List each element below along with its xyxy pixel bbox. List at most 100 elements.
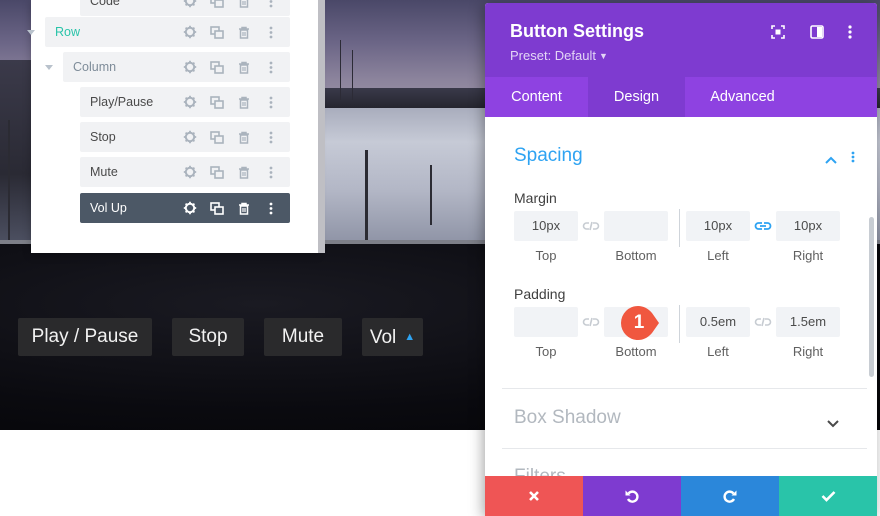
tab-design[interactable]: Design (588, 77, 685, 117)
layer-row-vol-up[interactable]: Vol Up (80, 193, 290, 223)
layer-row-row[interactable]: Row (45, 17, 290, 47)
more-options-icon[interactable] (257, 166, 284, 179)
duplicate-icon[interactable] (203, 95, 230, 109)
caret-down-icon: ▼ (599, 51, 608, 61)
margin-left-label: Left (707, 248, 729, 263)
layer-row-code[interactable]: Code (80, 0, 290, 16)
undo-button[interactable] (583, 476, 681, 516)
layer-actions (176, 52, 284, 82)
checkmark-icon (821, 491, 835, 502)
padding-top-label: Top (535, 344, 557, 359)
layer-row-play-pause[interactable]: Play/Pause (80, 87, 290, 117)
gear-icon[interactable] (176, 0, 203, 8)
fullscreen-icon[interactable] (769, 23, 787, 41)
trash-icon[interactable] (230, 166, 257, 179)
modal-header: Button Settings Preset: Default ▼ (485, 3, 877, 77)
layer-row-column[interactable]: Column (63, 52, 290, 82)
preset-label: Preset: Default (510, 48, 596, 63)
caret-up-icon: ▲ (404, 331, 416, 343)
padding-left-input[interactable]: 0.5em (686, 307, 750, 337)
padding-top-input[interactable] (514, 307, 578, 337)
section-options-icon[interactable] (851, 150, 855, 168)
layer-label: Play/Pause (90, 95, 154, 109)
more-options-icon[interactable] (257, 26, 284, 39)
duplicate-icon[interactable] (203, 130, 230, 144)
expand-caret-icon[interactable] (45, 65, 53, 70)
gear-icon[interactable] (176, 60, 203, 74)
chevron-down-icon[interactable] (827, 415, 839, 433)
divider (679, 209, 680, 247)
margin-top-input[interactable]: 10px (514, 211, 578, 241)
trash-icon[interactable] (230, 61, 257, 74)
more-options-icon[interactable] (257, 96, 284, 109)
modal-body: Spacing Margin 10px 10px 10px Top Bottom… (485, 117, 877, 477)
duplicate-icon[interactable] (203, 25, 230, 39)
stop-button[interactable]: Stop (172, 318, 244, 356)
spacing-section-title[interactable]: Spacing (514, 145, 583, 167)
duplicate-icon[interactable] (203, 201, 230, 215)
trash-icon[interactable] (230, 202, 257, 215)
preset-dropdown[interactable]: Preset: Default ▼ (510, 48, 608, 63)
gear-icon[interactable] (176, 165, 203, 179)
duplicate-icon[interactable] (203, 165, 230, 179)
vol-label: Vol (369, 327, 397, 348)
trash-icon[interactable] (230, 131, 257, 144)
link-broken-icon[interactable] (753, 315, 773, 329)
tab-design-label: Design (613, 89, 660, 105)
more-options-icon[interactable] (257, 0, 284, 8)
padding-right-input[interactable]: 1.5em (776, 307, 840, 337)
duplicate-icon[interactable] (203, 60, 230, 74)
padding-right-label: Right (792, 344, 824, 359)
link-broken-icon[interactable] (581, 219, 601, 233)
layer-actions (176, 87, 284, 117)
trash-icon[interactable] (230, 96, 257, 109)
margin-left-input[interactable]: 10px (686, 211, 750, 241)
trash-icon[interactable] (230, 26, 257, 39)
mute-label: Mute (281, 326, 325, 347)
margin-right-input[interactable]: 10px (776, 211, 840, 241)
tab-content-label: Content (511, 89, 562, 105)
gear-icon[interactable] (176, 130, 203, 144)
margin-top-label: Top (535, 248, 557, 263)
gear-icon[interactable] (176, 201, 203, 215)
margin-bottom-input[interactable] (604, 211, 668, 241)
video-pole (365, 150, 368, 240)
save-button[interactable] (779, 476, 877, 516)
more-options-icon[interactable] (257, 61, 284, 74)
more-options-icon[interactable] (257, 131, 284, 144)
play-pause-button[interactable]: Play / Pause (18, 318, 152, 356)
link-broken-icon[interactable] (581, 315, 601, 329)
scrollbar[interactable] (869, 217, 874, 377)
layer-row-mute[interactable]: Mute (80, 157, 290, 187)
layer-label: Stop (90, 130, 116, 144)
box-shadow-section-title[interactable]: Box Shadow (514, 407, 621, 429)
split-view-icon[interactable] (808, 23, 826, 41)
step-marker-number: 1 (633, 312, 645, 333)
margin-right-label: Right (792, 248, 824, 263)
layer-label: Mute (90, 165, 118, 179)
more-options-icon[interactable] (841, 23, 859, 41)
gear-icon[interactable] (176, 25, 203, 39)
discard-button[interactable] (485, 476, 583, 516)
tab-content[interactable]: Content (485, 77, 588, 117)
divider (679, 305, 680, 343)
layer-row-stop[interactable]: Stop (80, 122, 290, 152)
layer-actions (176, 0, 284, 16)
builder-canvas: Play / Pause Stop Mute Vol ▲ Code Row Colum… (0, 0, 880, 516)
vol-button[interactable]: Vol ▲ (362, 318, 423, 356)
tab-advanced[interactable]: Advanced (685, 77, 800, 117)
layer-label: Row (55, 25, 81, 39)
chevron-up-icon[interactable] (825, 151, 837, 169)
mute-button[interactable]: Mute (264, 318, 342, 356)
more-options-icon[interactable] (257, 202, 284, 215)
trash-icon[interactable] (230, 0, 257, 8)
redo-button[interactable] (681, 476, 779, 516)
undo-icon (625, 490, 639, 503)
layer-label: Vol Up (90, 201, 127, 215)
link-icon[interactable] (753, 219, 773, 233)
expand-caret-icon[interactable] (27, 30, 35, 35)
video-pole (8, 120, 10, 240)
duplicate-icon[interactable] (203, 0, 230, 8)
modal-footer (485, 476, 877, 516)
gear-icon[interactable] (176, 95, 203, 109)
